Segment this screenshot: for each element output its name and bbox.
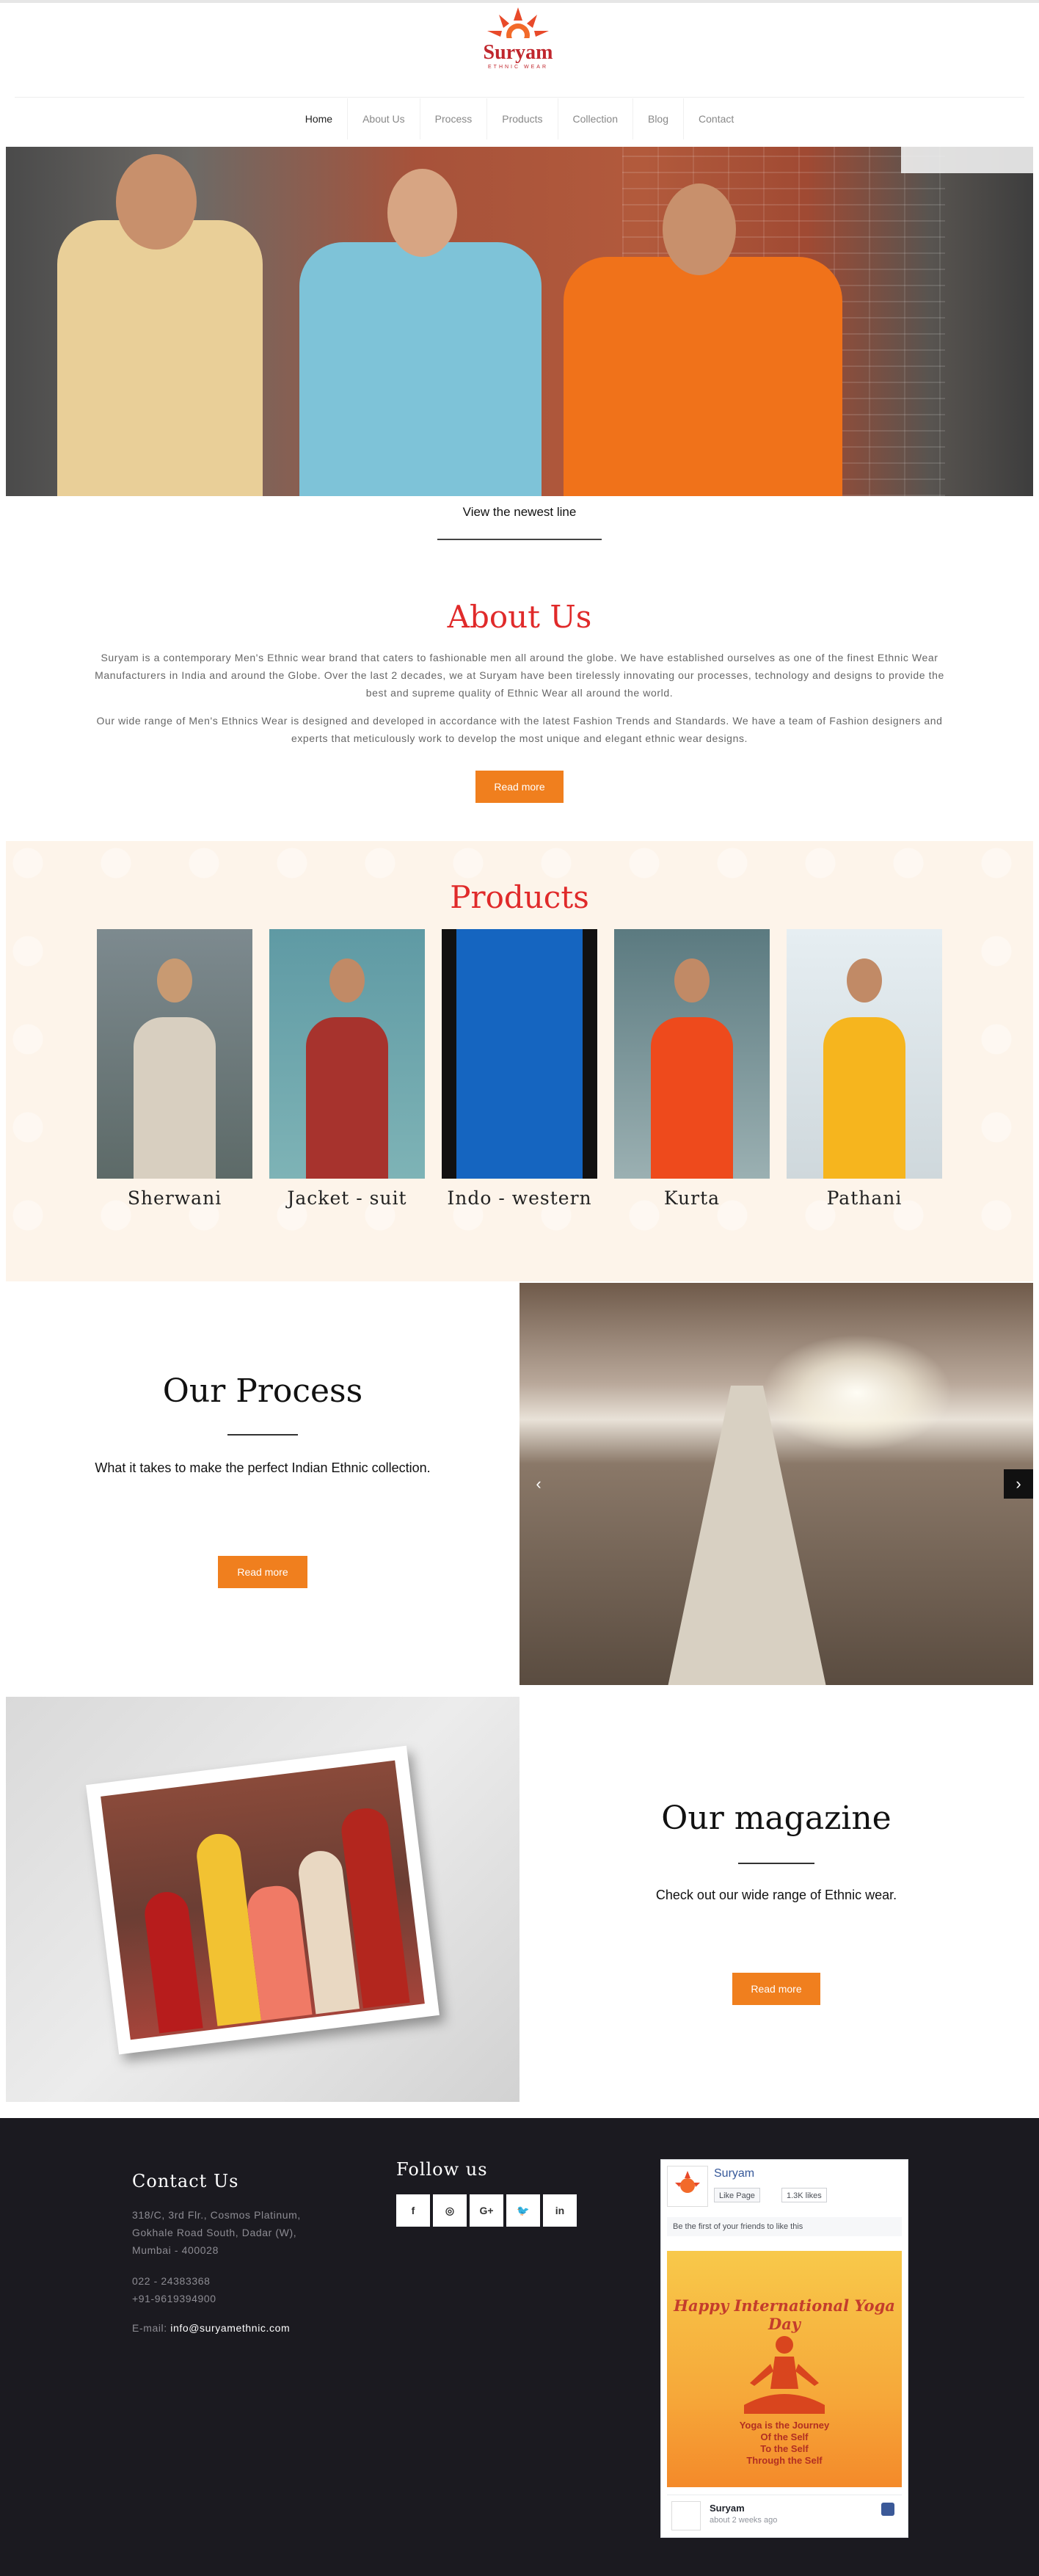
product-label-jacket-suit[interactable]: Jacket - suit (269, 1187, 425, 1209)
nav-divider (15, 97, 1024, 98)
process-title: Our Process (162, 1372, 363, 1410)
quote-line: Yoga is the Journey (739, 2420, 830, 2431)
model-head (116, 154, 197, 250)
product-card-kurta[interactable] (614, 929, 770, 1179)
sun-logo-icon (484, 7, 552, 46)
quote-line: Of the Self (760, 2431, 809, 2442)
model-kurta (564, 257, 842, 496)
footer-contact-title: Contact Us (132, 2171, 239, 2191)
linkedin-icon[interactable]: in (543, 2194, 577, 2227)
hero-cta-underline (437, 539, 602, 540)
product-card-pathani[interactable] (787, 929, 942, 1179)
hero-banner[interactable] (6, 147, 1033, 496)
fb-author-avatar[interactable] (671, 2501, 701, 2530)
phone-number[interactable]: 022 - 24383368 (132, 2272, 216, 2290)
products-section: Products Sherwani Jacket - suit Indo - w… (6, 841, 1033, 1281)
magazine-read-more-button[interactable]: Read more (732, 1973, 820, 2005)
chevron-right-icon[interactable]: › (1004, 1469, 1033, 1499)
process-carousel: ‹ › (520, 1283, 1033, 1685)
fb-like-count: 1.3K likes (781, 2188, 827, 2202)
yoga-figure-icon (744, 2336, 825, 2414)
logo-name: Suryam (483, 41, 553, 64)
email-link[interactable]: info@suryamethnic.com (170, 2322, 290, 2334)
process-divider (227, 1434, 298, 1436)
fb-page-avatar[interactable] (667, 2166, 708, 2207)
quote-line: Through the Self (746, 2455, 823, 2466)
model-head (387, 169, 457, 257)
page: Suryam ETHNIC WEAR Home About Us Process… (0, 0, 1039, 2576)
fb-header: Suryam Like Page 1.3K likes (667, 2166, 902, 2210)
email-label: E-mail: (132, 2322, 167, 2334)
nav-item-about-us[interactable]: About Us (348, 98, 420, 139)
nav-item-home[interactable]: Home (291, 98, 349, 139)
magazine-image[interactable] (6, 1697, 520, 2102)
fb-post-quote: Yoga is the Journey Of the Self To the S… (667, 2420, 902, 2467)
chevron-left-icon[interactable]: ‹ (524, 1469, 553, 1499)
about-title: About Us (447, 599, 592, 635)
process-read-more-button[interactable]: Read more (218, 1556, 307, 1588)
about-paragraph-2: Our wide range of Men's Ethnics Wear is … (96, 715, 943, 744)
nav-item-process[interactable]: Process (420, 98, 488, 139)
product-label-kurta[interactable]: Kurta (614, 1187, 770, 1209)
footer-phones: 022 - 24383368 +91-9619394900 (132, 2272, 216, 2307)
address-line: Mumbai - 400028 (132, 2244, 219, 2256)
light-glow (762, 1334, 952, 1452)
model-saree (299, 242, 542, 496)
footer-email: E-mail: info@suryamethnic.com (132, 2319, 290, 2337)
magazine-cover (86, 1745, 440, 2055)
fb-post-title: Happy International Yoga Day (674, 2296, 895, 2333)
fb-post-image[interactable]: Happy International Yoga Day Yoga is the… (667, 2251, 902, 2487)
nav-item-blog[interactable]: Blog (633, 98, 685, 139)
fb-post-footer: Suryam about 2 weeks ago (667, 2495, 902, 2533)
product-label-sherwani[interactable]: Sherwani (97, 1187, 252, 1209)
model-sherwani (57, 220, 263, 496)
magazine-photo (101, 1760, 425, 2040)
product-card-sherwani[interactable] (97, 929, 252, 1179)
instagram-icon[interactable]: ◎ (433, 2194, 467, 2227)
logo[interactable]: Suryam ETHNIC WEAR (467, 6, 569, 94)
sun-logo-icon (675, 2171, 700, 2193)
product-label-indo-western[interactable]: Indo - western (442, 1187, 597, 1209)
products-title: Products (450, 879, 589, 915)
facebook-icon (881, 2503, 894, 2516)
about-paragraph-1: Suryam is a contemporary Men's Ethnic we… (95, 652, 944, 699)
model-head (663, 183, 736, 275)
hero-cta-link[interactable]: View the newest line (0, 505, 1039, 520)
facebook-page-widget: Suryam Like Page 1.3K likes Be the first… (660, 2159, 908, 2538)
fb-like-page-button[interactable]: Like Page (714, 2188, 760, 2202)
fb-post-author[interactable]: Suryam (710, 2503, 745, 2514)
address-line: 318/C, 3rd Flr., Cosmos Platinum, (132, 2209, 301, 2221)
footer-address: 318/C, 3rd Flr., Cosmos Platinum, Gokhal… (132, 2206, 301, 2259)
address-line: Gokhale Road South, Dadar (W), (132, 2227, 297, 2238)
product-label-pathani[interactable]: Pathani (787, 1187, 942, 1209)
phone-number[interactable]: +91-9619394900 (132, 2290, 216, 2307)
nav-item-contact[interactable]: Contact (684, 98, 748, 139)
google-plus-icon[interactable]: G+ (470, 2194, 503, 2227)
process-text: What it takes to make the perfect Indian… (95, 1460, 431, 1475)
nav-item-products[interactable]: Products (487, 98, 558, 139)
magazine-divider (738, 1863, 814, 1864)
nav-item-collection[interactable]: Collection (558, 98, 633, 139)
hero-logo-badge (901, 147, 1033, 173)
logo-tagline: ETHNIC WEAR (488, 65, 548, 70)
product-card-jacket-suit[interactable] (269, 929, 425, 1179)
magazine-title: Our magazine (661, 1800, 892, 1837)
facebook-icon[interactable]: f (396, 2194, 430, 2227)
fb-post-time: about 2 weeks ago (710, 2516, 778, 2525)
about-read-more-button[interactable]: Read more (475, 771, 564, 803)
quote-line: To the Self (760, 2443, 809, 2454)
main-nav: Home About Us Process Products Collectio… (0, 98, 1039, 139)
magazine-text: Check out our wide range of Ethnic wear. (655, 1888, 897, 1902)
fb-friends-text: Be the first of your friends to like thi… (667, 2217, 902, 2236)
footer-follow-title: Follow us (396, 2159, 488, 2180)
top-border (0, 0, 1039, 3)
product-card-indo-western[interactable] (442, 929, 597, 1179)
fb-page-name[interactable]: Suryam (714, 2167, 754, 2180)
twitter-icon[interactable]: 🐦 (506, 2194, 540, 2227)
